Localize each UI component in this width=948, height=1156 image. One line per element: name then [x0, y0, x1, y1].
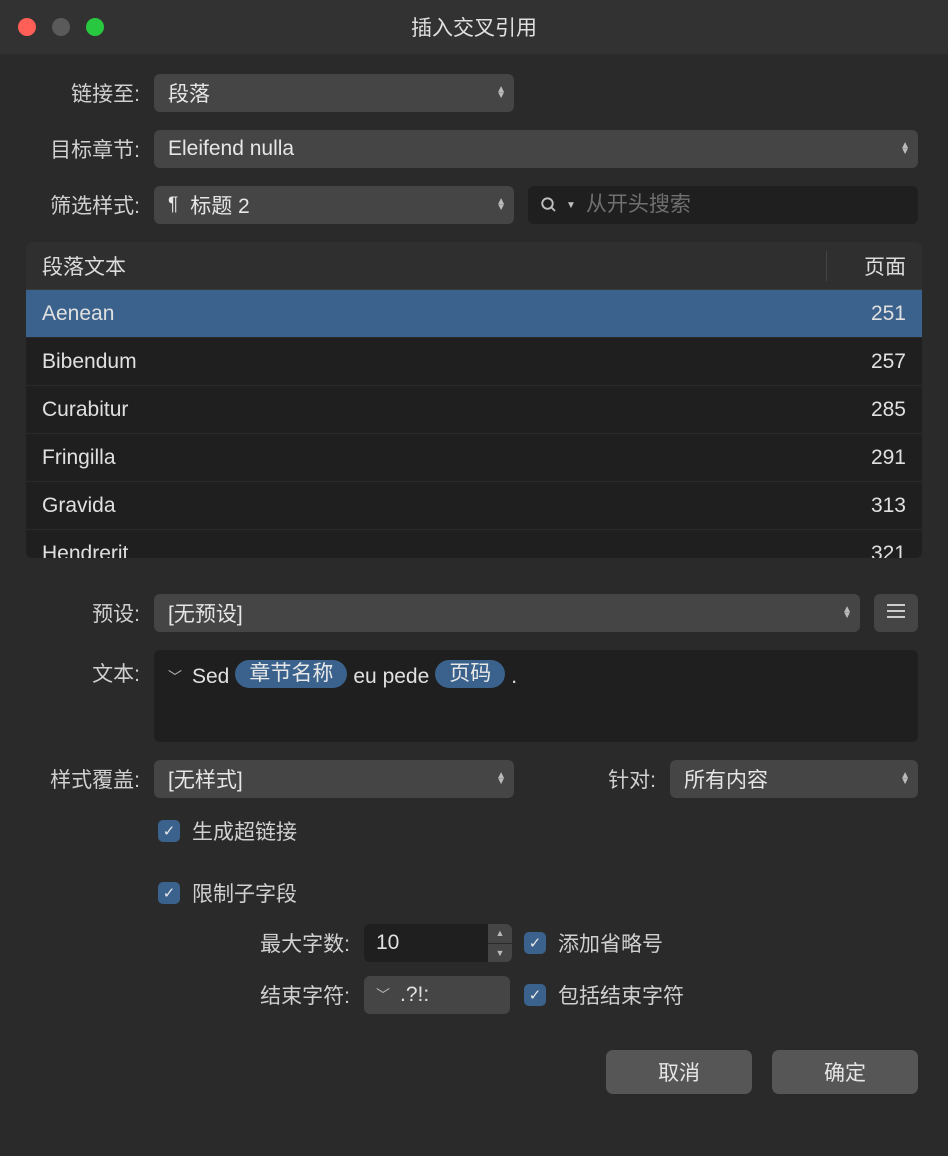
chevron-down-icon[interactable]: ﹀ [376, 985, 390, 1005]
cell-page: 257 [836, 350, 906, 374]
text-part-mid: eu pede [353, 660, 429, 694]
chevron-up-down-icon: ▲▼ [842, 607, 852, 619]
end-chars-value: .?!: [400, 983, 429, 1007]
text-part-suffix: . [511, 660, 517, 694]
label-filter-style: 筛选样式: [30, 190, 140, 220]
preset-menu-button[interactable] [874, 594, 918, 632]
chevron-up-down-icon: ▲▼ [496, 87, 506, 99]
for-select[interactable]: 所有内容 ▲▼ [670, 760, 918, 798]
link-to-select[interactable]: 段落 ▲▼ [154, 74, 514, 112]
checkbox-checked-icon[interactable]: ✓ [158, 820, 180, 842]
table-row[interactable]: Aenean251 [26, 290, 922, 338]
target-chapter-select[interactable]: Eleifend nulla ▲▼ [154, 130, 918, 168]
cell-page: 313 [836, 494, 906, 518]
table-row[interactable]: Bibendum257 [26, 338, 922, 386]
label-text: 文本: [30, 650, 140, 688]
add-ellipsis-label: 添加省略号 [558, 928, 663, 958]
table-body: Aenean251Bibendum257Curabitur285Fringill… [26, 290, 922, 558]
search-input[interactable] [586, 193, 906, 217]
generate-hyperlink-label: 生成超链接 [192, 816, 297, 846]
titlebar: 插入交叉引用 [0, 0, 948, 54]
link-to-value: 段落 [168, 78, 210, 108]
target-chapter-value: Eleifend nulla [168, 137, 294, 161]
pilcrow-icon: ¶ [168, 194, 178, 216]
include-end-chars-option[interactable]: ✓ 包括结束字符 [524, 980, 684, 1010]
cell-page: 251 [836, 302, 906, 326]
table-row[interactable]: Hendrerit321 [26, 530, 922, 558]
label-max-chars: 最大字数: [30, 928, 350, 958]
chevron-down-icon[interactable]: ﹀ [168, 660, 182, 694]
token-chapter-name[interactable]: 章节名称 [235, 660, 347, 688]
text-part-prefix: Sed [192, 660, 229, 694]
filter-style-value: 标题 2 [190, 190, 250, 220]
chevron-down-icon[interactable]: ▼ [488, 944, 512, 963]
chevron-up-down-icon: ▲▼ [496, 773, 506, 785]
style-override-select[interactable]: [无样式] ▲▼ [154, 760, 514, 798]
cell-text: Gravida [42, 494, 836, 518]
label-link-to: 链接至: [30, 78, 140, 108]
maximize-icon[interactable] [86, 18, 104, 36]
end-chars-input[interactable]: ﹀ .?!: [364, 976, 510, 1014]
max-chars-input[interactable]: 10 ▲ ▼ [364, 924, 510, 962]
window-title: 插入交叉引用 [411, 12, 537, 42]
col-header-text[interactable]: 段落文本 [42, 251, 826, 281]
filter-style-select[interactable]: ¶ 标题 2 ▲▼ [154, 186, 514, 224]
limit-substring-label: 限制子字段 [192, 878, 297, 908]
chevron-up-down-icon: ▲▼ [496, 199, 506, 211]
cancel-label: 取消 [658, 1057, 700, 1087]
number-stepper[interactable]: ▲ ▼ [488, 924, 512, 962]
include-end-chars-label: 包括结束字符 [558, 980, 684, 1010]
table-header: 段落文本 页面 [26, 242, 922, 290]
results-table: 段落文本 页面 Aenean251Bibendum257Curabitur285… [26, 242, 922, 558]
chevron-up-icon[interactable]: ▲ [488, 924, 512, 944]
cell-text: Curabitur [42, 398, 836, 422]
limit-substring-option[interactable]: ✓ 限制子字段 [158, 878, 918, 908]
ok-label: 确定 [824, 1057, 866, 1087]
search-field[interactable]: ▼ [528, 186, 918, 224]
label-preset: 预设: [30, 598, 140, 628]
for-value: 所有内容 [684, 764, 768, 794]
label-end-chars: 结束字符: [30, 980, 350, 1010]
cell-page: 291 [836, 446, 906, 470]
checkbox-checked-icon[interactable]: ✓ [524, 932, 546, 954]
chevron-up-down-icon: ▲▼ [900, 773, 910, 785]
col-header-page[interactable]: 页面 [826, 251, 906, 281]
cell-page: 321 [836, 542, 906, 559]
label-target-chapter: 目标章节: [30, 134, 140, 164]
preset-select[interactable]: [无预设] ▲▼ [154, 594, 860, 632]
minimize-icon [52, 18, 70, 36]
text-template-field[interactable]: ﹀ Sed 章节名称 eu pede 页码 . [154, 650, 918, 742]
checkbox-checked-icon[interactable]: ✓ [158, 882, 180, 904]
cell-text: Aenean [42, 302, 836, 326]
label-for: 针对: [566, 764, 656, 794]
close-icon[interactable] [18, 18, 36, 36]
add-ellipsis-option[interactable]: ✓ 添加省略号 [524, 928, 663, 958]
window-controls [18, 18, 104, 36]
table-row[interactable]: Gravida313 [26, 482, 922, 530]
table-row[interactable]: Fringilla291 [26, 434, 922, 482]
preset-value: [无预设] [168, 598, 243, 628]
cell-text: Hendrerit [42, 542, 836, 559]
token-page-number[interactable]: 页码 [435, 660, 505, 688]
search-icon [540, 196, 558, 214]
hamburger-icon [886, 601, 906, 625]
cell-text: Bibendum [42, 350, 836, 374]
max-chars-value: 10 [376, 931, 399, 955]
chevron-down-icon: ▼ [566, 200, 576, 211]
ok-button[interactable]: 确定 [772, 1050, 918, 1094]
table-row[interactable]: Curabitur285 [26, 386, 922, 434]
generate-hyperlink-option[interactable]: ✓ 生成超链接 [158, 816, 918, 846]
cancel-button[interactable]: 取消 [606, 1050, 752, 1094]
cell-page: 285 [836, 398, 906, 422]
label-style-override: 样式覆盖: [30, 764, 140, 794]
chevron-up-down-icon: ▲▼ [900, 143, 910, 155]
cell-text: Fringilla [42, 446, 836, 470]
style-override-value: [无样式] [168, 764, 243, 794]
checkbox-checked-icon[interactable]: ✓ [524, 984, 546, 1006]
